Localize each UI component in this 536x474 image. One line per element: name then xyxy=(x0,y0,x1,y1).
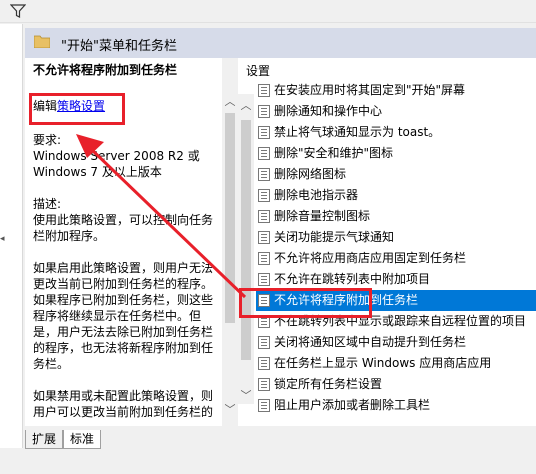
annotation-arrow xyxy=(76,134,247,299)
